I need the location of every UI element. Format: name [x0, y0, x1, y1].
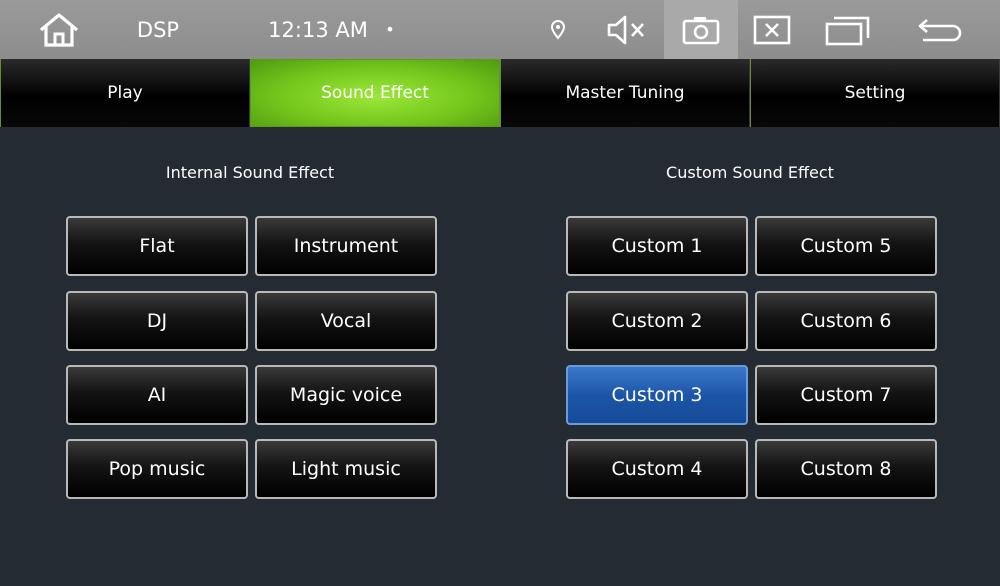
flat-button[interactable]: Flat	[66, 216, 248, 276]
light-music-button[interactable]: Light music	[255, 439, 437, 499]
button-label: Custom 1	[611, 235, 703, 257]
tab-label: Play	[107, 83, 143, 103]
tab-bar: Play Sound Effect Master Tuning Setting	[0, 59, 1000, 127]
button-label: Flat	[139, 235, 175, 257]
button-label: Magic voice	[289, 384, 403, 406]
instrument-button[interactable]: Instrument	[255, 216, 437, 276]
internal-sound-effect-heading: Internal Sound Effect	[165, 163, 335, 182]
pop-music-button[interactable]: Pop music	[66, 439, 248, 499]
button-label: Custom 7	[800, 384, 892, 406]
magic-voice-button[interactable]: Magic voice	[255, 365, 437, 425]
camera-icon[interactable]	[664, 0, 738, 59]
tab-sound-effect[interactable]: Sound Effect	[250, 59, 500, 127]
tab-label: Master Tuning	[565, 83, 685, 103]
back-icon[interactable]	[912, 0, 968, 59]
vocal-button[interactable]: Vocal	[255, 291, 437, 351]
mute-icon[interactable]	[600, 0, 652, 59]
home-icon[interactable]	[30, 0, 88, 59]
notification-dot: •	[380, 0, 400, 59]
tab-label: Setting	[844, 83, 906, 103]
tab-play[interactable]: Play	[0, 59, 250, 127]
button-label: AI	[147, 384, 167, 406]
dj-button[interactable]: DJ	[66, 291, 248, 351]
custom-1-button[interactable]: Custom 1	[566, 216, 748, 276]
button-label: Light music	[291, 458, 401, 480]
button-label: Custom 5	[800, 235, 892, 257]
button-label: Custom 4	[611, 458, 703, 480]
custom-3-button[interactable]: Custom 3	[566, 365, 748, 425]
button-label: Instrument	[293, 235, 399, 257]
button-label: DJ	[146, 310, 168, 332]
custom-8-button[interactable]: Custom 8	[755, 439, 937, 499]
button-label: Pop music	[108, 458, 206, 480]
button-label: Vocal	[320, 310, 372, 332]
app-title-text: DSP	[136, 17, 180, 42]
notification-dot-text: •	[385, 20, 395, 39]
status-bar: DSP 12:13 AM •	[0, 0, 1000, 59]
tab-setting[interactable]: Setting	[750, 59, 1000, 127]
custom-4-button[interactable]: Custom 4	[566, 439, 748, 499]
custom-7-button[interactable]: Custom 7	[755, 365, 937, 425]
button-label: Custom 3	[611, 384, 703, 406]
custom-sound-effect-heading: Custom Sound Effect	[666, 163, 834, 182]
custom-5-button[interactable]: Custom 5	[755, 216, 937, 276]
button-label: Custom 8	[800, 458, 892, 480]
custom-2-button[interactable]: Custom 2	[566, 291, 748, 351]
recent-apps-icon[interactable]	[820, 0, 876, 59]
app-title: DSP	[128, 0, 188, 59]
button-label: Custom 6	[800, 310, 892, 332]
ai-button[interactable]: AI	[66, 365, 248, 425]
close-window-icon[interactable]	[748, 0, 796, 59]
tab-label: Sound Effect	[321, 83, 429, 103]
clock: 12:13 AM	[268, 0, 368, 59]
custom-6-button[interactable]: Custom 6	[755, 291, 937, 351]
location-icon	[545, 0, 571, 59]
clock-text: 12:13 AM	[268, 17, 368, 42]
tab-master-tuning[interactable]: Master Tuning	[500, 59, 750, 127]
button-label: Custom 2	[611, 310, 703, 332]
